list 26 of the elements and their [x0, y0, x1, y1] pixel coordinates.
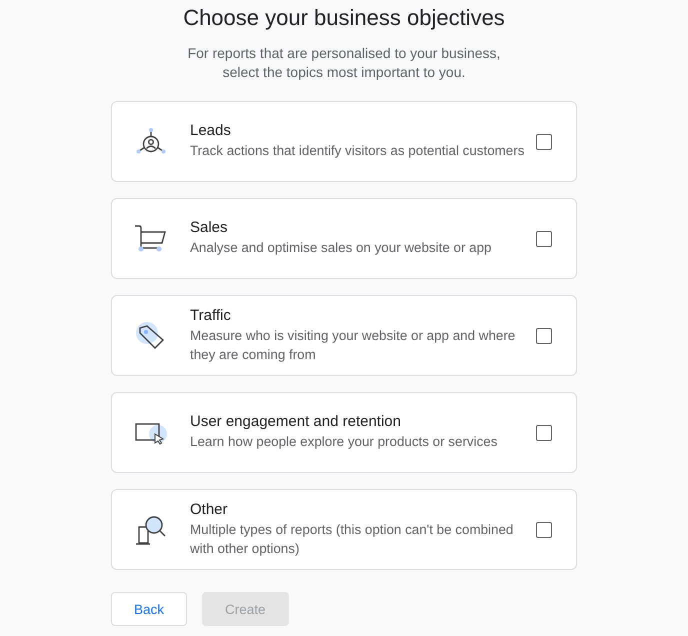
objective-card[interactable]: Leads Track actions that identify visitors as potential customers: [111, 101, 577, 182]
checkbox[interactable]: [536, 134, 552, 150]
objective-card[interactable]: Other Multiple types of reports (this option can't be combined with other options): [111, 489, 577, 570]
checkbox[interactable]: [536, 424, 552, 440]
objective-title: Traffic: [190, 307, 232, 324]
page-title: Choose your business objectives: [183, 5, 505, 31]
checkbox[interactable]: [536, 230, 552, 246]
objective-description: Analyse and optimise sales on your website or app: [190, 239, 492, 258]
cart-icon: [134, 224, 168, 254]
subtitle-line: For reports that are personalised to your business,: [188, 45, 500, 62]
subtitle-line: select the topics most important to you.: [222, 64, 466, 81]
back-button[interactable]: Back: [111, 592, 188, 626]
objective-title: Leads: [190, 122, 232, 140]
objective-description: Learn how people explore your products or services: [190, 433, 498, 452]
checkbox[interactable]: [536, 328, 552, 344]
network-icon: [134, 126, 168, 156]
objective-description: Track actions that identify visitors as potential customers: [190, 142, 525, 160]
objective-card[interactable]: Sales Analyse and optimise sales on your website or app: [111, 198, 577, 279]
objective-title: User engagement and retention: [190, 413, 402, 430]
objective-card[interactable]: User engagement and retention Learn how people explore your products or services: [111, 392, 577, 473]
objective-title: Other: [190, 501, 229, 518]
objective-description: Multiple types of reports (this option can't be combined with other options): [190, 521, 514, 558]
objective-description: Measure who is visiting your website or app and where they are coming from: [190, 327, 516, 364]
objective-title: Sales: [190, 219, 229, 236]
checkbox[interactable]: [536, 522, 552, 538]
objective-card[interactable]: Traffic Measure who is visiting your website or app and where they are coming from: [111, 295, 577, 376]
